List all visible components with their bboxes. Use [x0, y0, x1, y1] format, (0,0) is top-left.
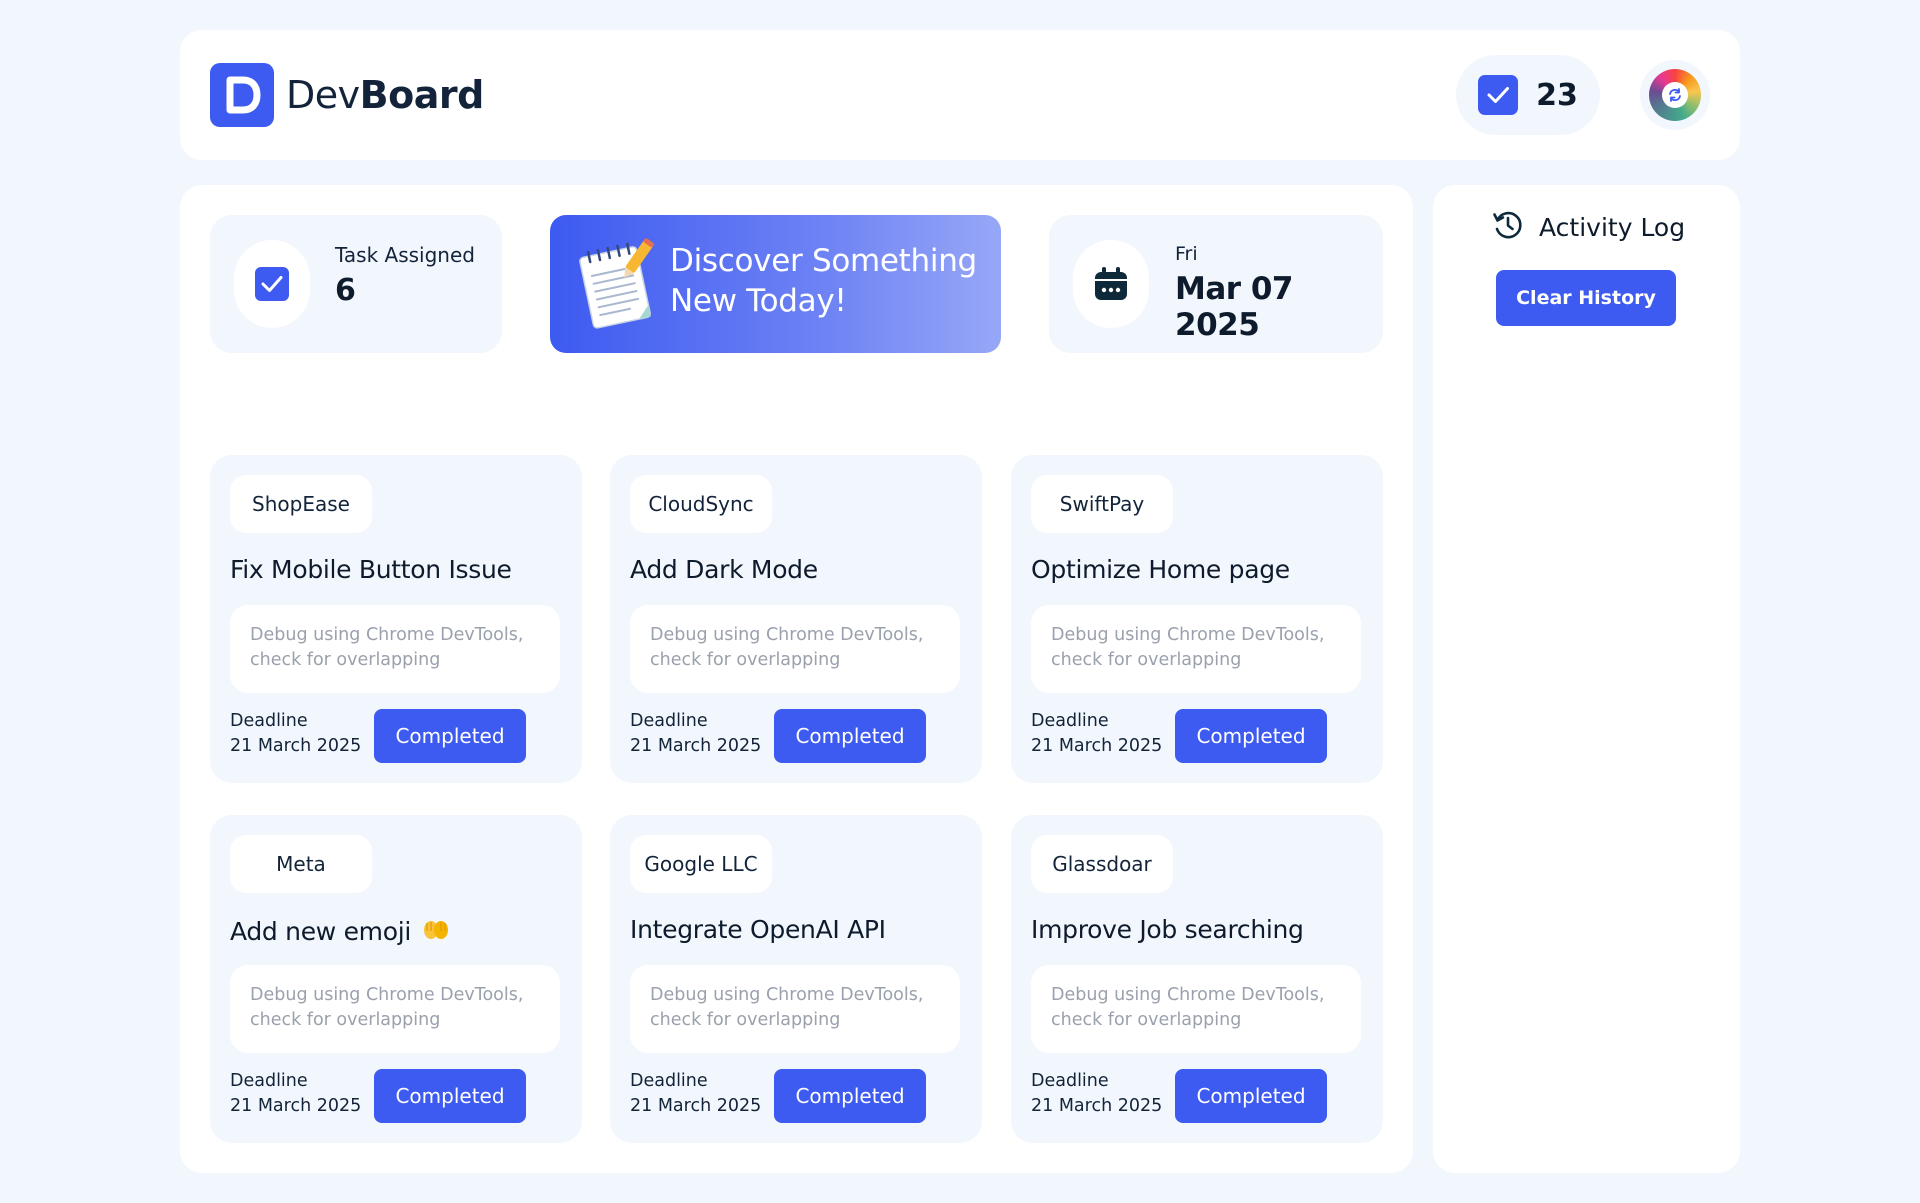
task-description: Debug using Chrome DevTools, check for o… — [1031, 605, 1361, 693]
devboard-logo-icon — [210, 63, 274, 127]
brand-name: DevBoard — [286, 73, 484, 117]
deadline-date: 21 March 2025 — [1031, 1096, 1163, 1116]
task-title: Improve Job searching — [1031, 915, 1304, 944]
company-chip: ShopEase — [230, 475, 372, 533]
completed-count-badge[interactable]: 23 — [1456, 55, 1600, 135]
company-chip: SwiftPay — [1031, 475, 1173, 533]
completed-button[interactable]: Completed — [774, 709, 926, 763]
task-title-text: Add new emoji — [230, 916, 411, 946]
discover-banner[interactable]: Discover Something New Today! — [550, 215, 1001, 353]
task-assigned-value: 6 — [335, 273, 356, 308]
deadline-date: 21 March 2025 — [230, 1096, 362, 1116]
task-card: SwiftPay Optimize Home page Debug using … — [1011, 455, 1383, 783]
task-title: Add Dark Mode — [630, 555, 818, 584]
checkbox-icon — [234, 240, 310, 328]
deadline-label: Deadline — [1031, 1071, 1109, 1091]
deadline-date: 21 March 2025 — [630, 1096, 762, 1116]
notepad-icon — [576, 237, 658, 333]
task-title-text: Improve Job searching — [1031, 915, 1304, 944]
task-description: Debug using Chrome DevTools, check for o… — [630, 965, 960, 1053]
activity-log-title: Activity Log — [1539, 212, 1686, 242]
deadline-date: 21 March 2025 — [630, 736, 762, 756]
deadline-label: Deadline — [630, 711, 708, 731]
company-chip: Glassdoar — [1031, 835, 1173, 893]
deadline-date: 21 March 2025 — [230, 736, 362, 756]
task-title-text: Fix Mobile Button Issue — [230, 555, 512, 584]
deadline-label: Deadline — [630, 1071, 708, 1091]
activity-log-header: Activity Log — [1491, 208, 1685, 246]
completed-count: 23 — [1536, 77, 1578, 113]
header-actions: 23 — [1456, 55, 1710, 135]
date-value: Mar 07 2025 — [1175, 271, 1294, 343]
task-description: Debug using Chrome DevTools, check for o… — [630, 605, 960, 693]
company-chip: Meta — [230, 835, 372, 893]
task-card: Google LLC Integrate OpenAI API Debug us… — [610, 815, 982, 1143]
refresh-icon — [1662, 82, 1688, 108]
clear-history-button[interactable]: Clear History — [1496, 270, 1676, 326]
date-card: Fri Mar 07 2025 — [1049, 215, 1383, 353]
promo-text: Discover Something New Today! — [670, 243, 977, 319]
task-card: Meta Add new emoji Debug using Chrome De… — [210, 815, 582, 1143]
task-assigned-card: Task Assigned 6 — [210, 215, 502, 353]
color-wheel-icon — [1649, 69, 1701, 121]
clapping-hands-emoji — [421, 915, 451, 947]
task-description: Debug using Chrome DevTools, check for o… — [1031, 965, 1361, 1053]
brand[interactable]: DevBoard — [210, 63, 484, 127]
top-header: DevBoard 23 — [180, 30, 1740, 160]
company-chip: Google LLC — [630, 835, 772, 893]
task-description: Debug using Chrome DevTools, check for o… — [230, 965, 560, 1053]
task-card: Glassdoar Improve Job searching Debug us… — [1011, 815, 1383, 1143]
task-description: Debug using Chrome DevTools, check for o… — [230, 605, 560, 693]
completed-button[interactable]: Completed — [774, 1069, 926, 1123]
task-assigned-label: Task Assigned — [335, 243, 475, 267]
task-title: Integrate OpenAI API — [630, 915, 886, 944]
deadline-date: 21 March 2025 — [1031, 736, 1163, 756]
theme-button[interactable] — [1640, 60, 1710, 130]
activity-log-panel: Activity Log Clear History — [1433, 185, 1740, 1173]
history-icon — [1491, 208, 1525, 246]
completed-button[interactable]: Completed — [1175, 709, 1327, 763]
deadline-label: Deadline — [1031, 711, 1109, 731]
completed-button[interactable]: Completed — [1175, 1069, 1327, 1123]
task-title: Optimize Home page — [1031, 555, 1290, 584]
brand-name-light: Dev — [286, 73, 360, 117]
completed-button[interactable]: Completed — [374, 1069, 526, 1123]
task-title-text: Optimize Home page — [1031, 555, 1290, 584]
task-title: Fix Mobile Button Issue — [230, 555, 512, 584]
main-panel: Task Assigned 6 Discover Something New T… — [180, 185, 1413, 1173]
deadline-label: Deadline — [230, 711, 308, 731]
checkbox-icon — [1478, 75, 1519, 115]
task-card: ShopEase Fix Mobile Button Issue Debug u… — [210, 455, 582, 783]
calendar-icon — [1073, 240, 1149, 328]
brand-name-bold: Board — [359, 73, 485, 117]
task-title: Add new emoji — [230, 915, 451, 947]
task-title-text: Integrate OpenAI API — [630, 915, 886, 944]
task-title-text: Add Dark Mode — [630, 555, 818, 584]
date-day: Fri — [1175, 243, 1198, 265]
company-chip: CloudSync — [630, 475, 772, 533]
task-card: CloudSync Add Dark Mode Debug using Chro… — [610, 455, 982, 783]
completed-button[interactable]: Completed — [374, 709, 526, 763]
deadline-label: Deadline — [230, 1071, 308, 1091]
